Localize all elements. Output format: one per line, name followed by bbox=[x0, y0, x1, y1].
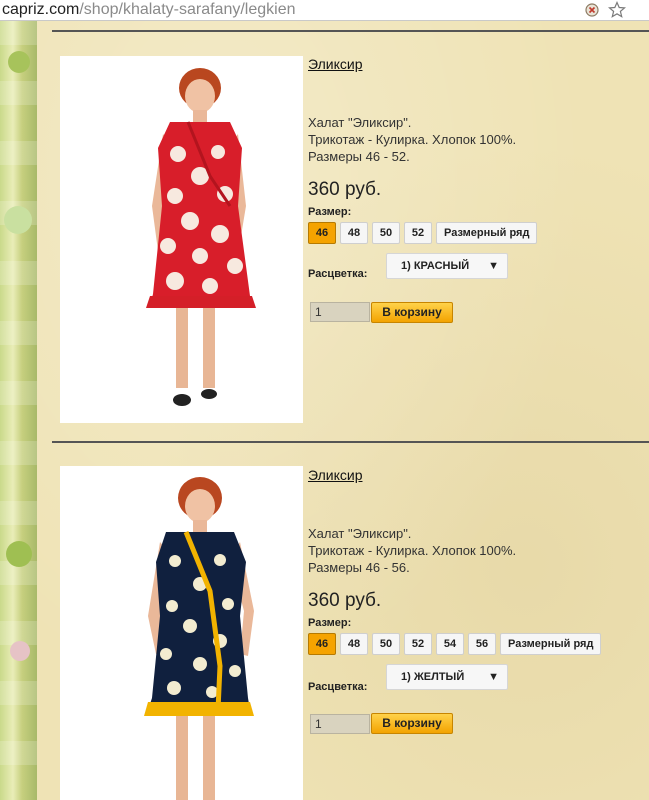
size-options: 46 48 50 52 54 56 Размерный ряд bbox=[308, 633, 602, 655]
color-select[interactable]: 1) ЖЕЛТЫЙ ▼ bbox=[386, 664, 508, 690]
description-line: Размеры 46 - 52. bbox=[308, 149, 410, 164]
product-description: Халат "Эликсир". Трикотаж - Кулирка. Хло… bbox=[308, 114, 516, 165]
size-option-52[interactable]: 52 bbox=[404, 222, 432, 244]
size-option-52[interactable]: 52 bbox=[404, 633, 432, 655]
product-name-link[interactable]: Эликсир bbox=[308, 56, 362, 72]
size-label: Размер: bbox=[308, 206, 352, 218]
size-option-46[interactable]: 46 bbox=[308, 633, 336, 655]
size-options: 46 48 50 52 Размерный ряд bbox=[308, 222, 538, 244]
size-option-50[interactable]: 50 bbox=[372, 633, 400, 655]
bookmark-star-icon[interactable] bbox=[608, 1, 626, 19]
product-photo[interactable] bbox=[60, 56, 303, 423]
url-text[interactable]: capriz.com/shop/khalaty-sarafany/legkien bbox=[2, 0, 295, 20]
add-to-cart-button[interactable]: В корзину bbox=[371, 713, 453, 734]
model-dress-image bbox=[60, 56, 303, 423]
product-divider bbox=[52, 441, 649, 443]
color-select-value: 1) КРАСНЫЙ bbox=[401, 260, 470, 272]
description-line: Размеры 46 - 56. bbox=[308, 560, 410, 575]
quantity-input[interactable] bbox=[310, 302, 370, 322]
quantity-input[interactable] bbox=[310, 714, 370, 734]
product-divider bbox=[52, 30, 649, 32]
size-option-48[interactable]: 48 bbox=[340, 222, 368, 244]
product-photo[interactable] bbox=[60, 466, 303, 800]
add-to-cart-button[interactable]: В корзину bbox=[371, 302, 453, 323]
size-label: Размер: bbox=[308, 617, 352, 629]
description-line: Халат "Эликсир". bbox=[308, 526, 412, 541]
description-line: Халат "Эликсир". bbox=[308, 115, 412, 130]
size-chart-button[interactable]: Размерный ряд bbox=[436, 222, 538, 244]
size-chart-button[interactable]: Размерный ряд bbox=[500, 633, 602, 655]
model-dress-image bbox=[60, 466, 303, 800]
description-line: Трикотаж - Кулирка. Хлопок 100%. bbox=[308, 543, 517, 558]
product-description: Халат "Эликсир". Трикотаж - Кулирка. Хло… bbox=[308, 525, 516, 576]
dropdown-arrow-icon: ▼ bbox=[488, 671, 499, 683]
size-option-50[interactable]: 50 bbox=[372, 222, 400, 244]
color-select-value: 1) ЖЕЛТЫЙ bbox=[401, 671, 465, 683]
product-price: 360 руб. bbox=[308, 590, 382, 611]
dropdown-arrow-icon: ▼ bbox=[488, 260, 499, 272]
product-name-link[interactable]: Эликсир bbox=[308, 467, 362, 483]
stop-loading-icon[interactable] bbox=[584, 1, 602, 19]
size-option-54[interactable]: 54 bbox=[436, 633, 464, 655]
color-select[interactable]: 1) КРАСНЫЙ ▼ bbox=[386, 253, 508, 279]
size-option-48[interactable]: 48 bbox=[340, 633, 368, 655]
address-bar[interactable]: capriz.com/shop/khalaty-sarafany/legkien bbox=[0, 0, 649, 21]
size-option-56[interactable]: 56 bbox=[468, 633, 496, 655]
decorative-side-strip bbox=[0, 21, 37, 800]
color-label: Расцветка: bbox=[308, 681, 368, 693]
description-line: Трикотаж - Кулирка. Хлопок 100%. bbox=[308, 132, 517, 147]
color-label: Расцветка: bbox=[308, 268, 368, 280]
size-option-46[interactable]: 46 bbox=[308, 222, 336, 244]
product-price: 360 руб. bbox=[308, 179, 382, 200]
